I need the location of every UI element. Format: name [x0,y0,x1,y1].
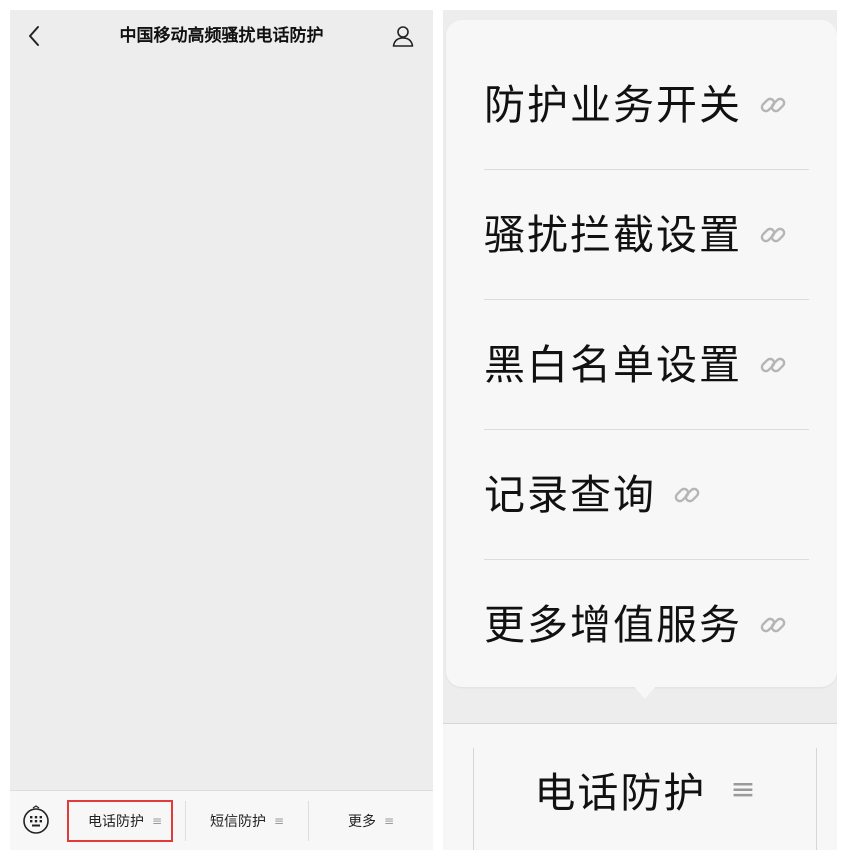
menu-item-sms-protection[interactable]: 短信防护 ≡ [186,791,308,850]
menu-lines-icon: ≡ [730,771,756,807]
submenu-item-record-query[interactable]: 记录查询 [484,430,809,560]
submenu-popup: 防护业务开关 骚扰拦截设置 黑白名单设置 记录查询 更多增值服务 [446,20,837,687]
submenu-item-label: 更多增值服务 [484,601,742,649]
submenu-item-label: 记录查询 [484,471,656,519]
submenu-item-more-services[interactable]: 更多增值服务 [484,560,809,690]
popup-pointer [633,685,657,699]
menu-item-label: 短信防护 [209,814,266,830]
menu-lines-icon: ≡ [273,814,285,828]
submenu-item-label: 黑白名单设置 [484,341,742,389]
menu-item-phone-protection[interactable]: 电话防护 ≡ [65,791,185,850]
menu-lines-icon: ≡ [383,814,395,828]
submenu-item-intercept-settings[interactable]: 骚扰拦截设置 [484,170,809,300]
link-icon [760,97,786,113]
submenu-item-protection-switch[interactable]: 防护业务开关 [484,40,809,170]
menu-item-label: 更多 [347,814,376,830]
link-icon [760,357,786,373]
user-icon[interactable] [391,24,415,48]
link-icon [760,617,786,633]
menu-divider [816,748,817,850]
bottom-menu-bar: 电话防护 ≡ 短信防护 ≡ 更多 ≡ [10,790,433,850]
menu-item-label: 电话防护 [534,769,707,817]
submenu-item-label: 防护业务开关 [484,81,742,129]
menu-item-label: 电话防护 [87,814,144,830]
menu-item-more[interactable]: 更多 ≡ [309,791,433,850]
link-icon [760,227,786,243]
menu-lines-icon: ≡ [151,814,163,828]
submenu-item-black-white-list[interactable]: 黑白名单设置 [484,300,809,430]
chat-screen-left: 中国移动高频骚扰电话防护 电话防护 ≡ 短信防护 ≡ 更多 ≡ [10,10,433,850]
submenu-item-label: 骚扰拦截设置 [484,211,742,259]
zoomed-bottom-menu: 电话防护 ≡ [443,723,837,850]
navigation-bar: 中国移动高频骚扰电话防护 [10,10,433,62]
menu-item-phone-protection-zoomed[interactable]: 电话防护 ≡ [474,754,816,824]
page-title: 中国移动高频骚扰电话防护 [119,26,324,46]
keyboard-icon[interactable] [22,805,50,835]
link-icon [674,487,700,503]
zoomed-menu-panel: 防护业务开关 骚扰拦截设置 黑白名单设置 记录查询 更多增值服务 电话防护 ≡ [443,10,837,850]
